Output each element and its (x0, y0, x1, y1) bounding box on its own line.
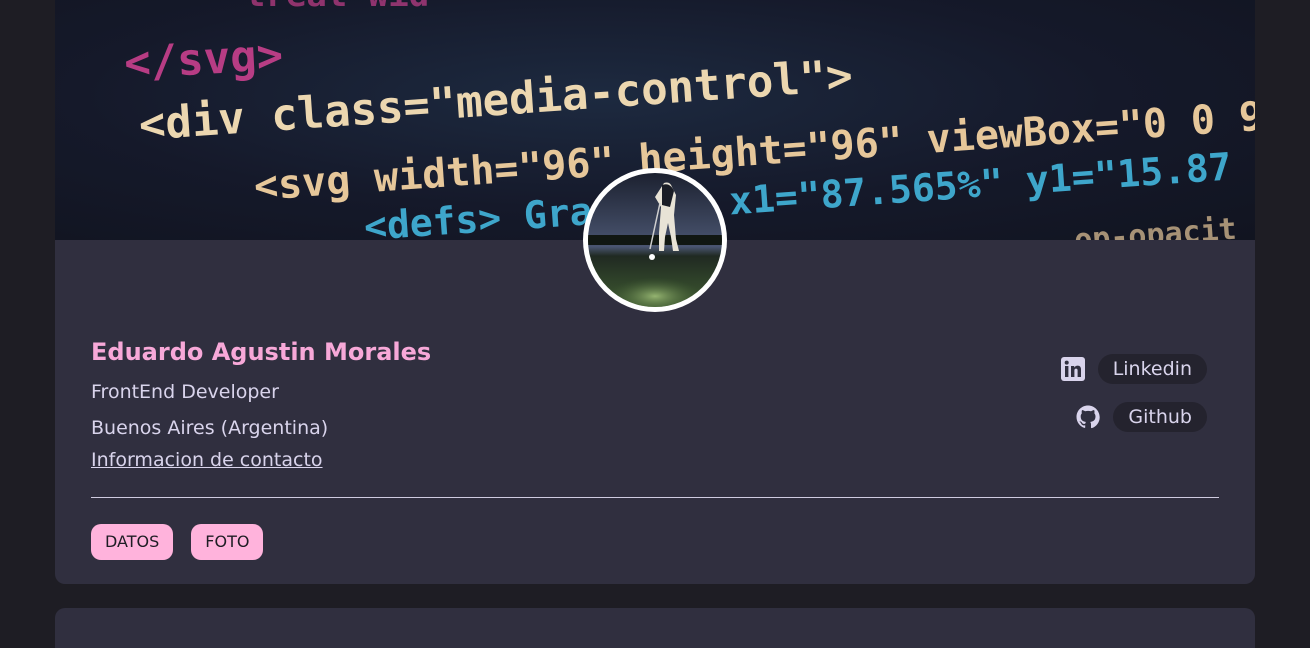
profile-location: Buenos Aires (Argentina) (91, 417, 329, 439)
tag-group: DATOS FOTO (91, 524, 264, 560)
profile-avatar (583, 168, 727, 312)
code-line-0: treat wid (245, 0, 429, 15)
profile-info: Eduardo Agustin Morales FrontEnd Develop… (91, 336, 431, 472)
linkedin-icon (1060, 356, 1086, 382)
linkedin-link[interactable]: Linkedin (1060, 354, 1207, 384)
contact-info-link[interactable]: Informacion de contacto (91, 448, 323, 472)
code-line-1: </svg> (123, 30, 284, 89)
tag-datos[interactable]: DATOS (91, 524, 174, 560)
next-card (55, 608, 1255, 648)
golfer-photo (588, 173, 722, 307)
github-icon (1075, 404, 1101, 430)
github-label: Github (1113, 402, 1207, 432)
divider (91, 497, 1219, 498)
linkedin-label: Linkedin (1097, 354, 1207, 384)
github-link[interactable]: Github (1075, 402, 1207, 432)
profile-card: treat wid </svg> <div class="media-contr… (55, 0, 1255, 584)
profile-role: FrontEnd Developer (91, 381, 279, 403)
social-links: Linkedin Github (1060, 354, 1207, 432)
code-line-5: op-opacit (1073, 212, 1238, 240)
profile-name: Eduardo Agustin Morales (91, 338, 432, 366)
tag-foto[interactable]: FOTO (191, 524, 264, 560)
